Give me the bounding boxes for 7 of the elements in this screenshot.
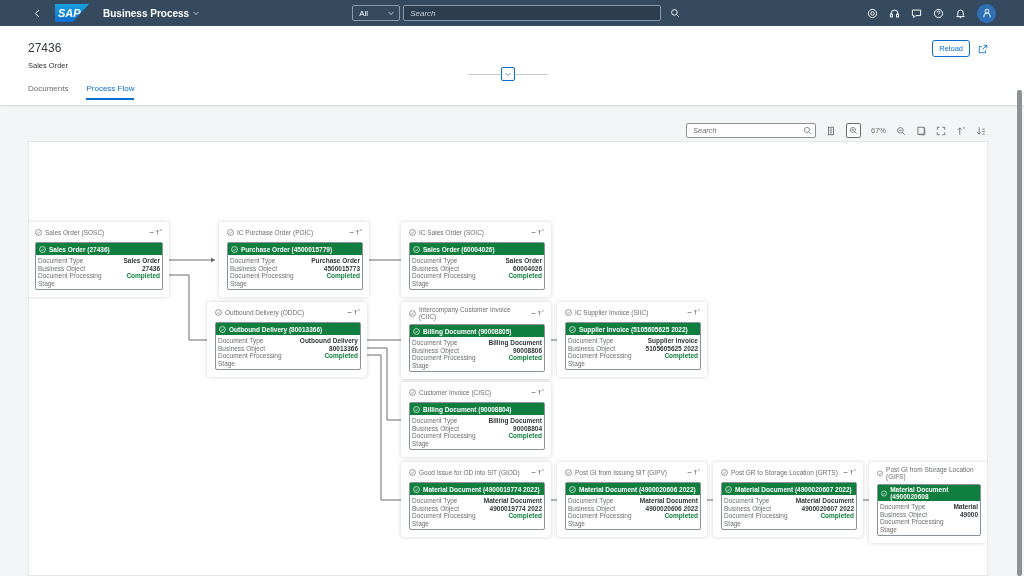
object-title: 27436 xyxy=(28,41,62,55)
search-field[interactable]: Search xyxy=(403,5,662,21)
app-title-menu[interactable]: Business Process xyxy=(103,7,201,19)
tab[interactable]: Process Flow xyxy=(86,84,135,100)
tab[interactable]: Documents xyxy=(28,84,69,100)
logo[interactable]: SAP xyxy=(55,4,89,22)
scope-select[interactable]: All xyxy=(352,5,401,21)
